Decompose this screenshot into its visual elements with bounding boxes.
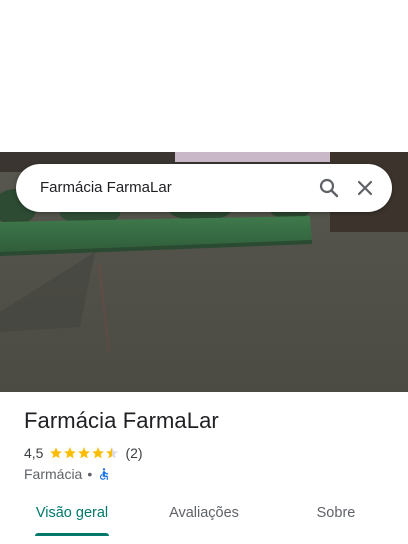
search-bar[interactable]: Farmácia FarmaLar	[16, 164, 392, 212]
review-count[interactable]: (2)	[125, 445, 142, 461]
tab-overview[interactable]: Visão geral	[22, 496, 122, 536]
category-row: Farmácia •	[24, 465, 111, 483]
search-input[interactable]: Farmácia FarmaLar	[40, 164, 172, 212]
star-full-icon	[64, 447, 77, 459]
rating-row[interactable]: 4,5 (2)	[24, 444, 143, 462]
tab-about[interactable]: Sobre	[286, 496, 386, 536]
separator-dot: •	[87, 466, 93, 482]
search-icon[interactable]	[317, 176, 341, 200]
place-tabs: Visão geral Avaliações Sobre	[0, 496, 408, 536]
wheelchair-accessible-icon	[100, 468, 109, 480]
rating-value: 4,5	[24, 445, 44, 461]
star-full-icon	[50, 447, 63, 459]
close-icon[interactable]	[353, 176, 377, 200]
star-full-icon	[78, 447, 91, 459]
star-full-icon	[92, 447, 105, 459]
place-info-panel: Farmácia FarmaLar 4,5 (2) Farmácia • Vis…	[0, 392, 408, 544]
place-category[interactable]: Farmácia	[24, 466, 82, 482]
tab-reviews[interactable]: Avaliações	[154, 496, 254, 536]
place-title: Farmácia FarmaLar	[24, 408, 219, 433]
star-half-icon	[106, 447, 119, 459]
active-tab-indicator	[35, 533, 109, 536]
blank-header-area	[0, 0, 408, 152]
rating-stars	[49, 446, 119, 460]
